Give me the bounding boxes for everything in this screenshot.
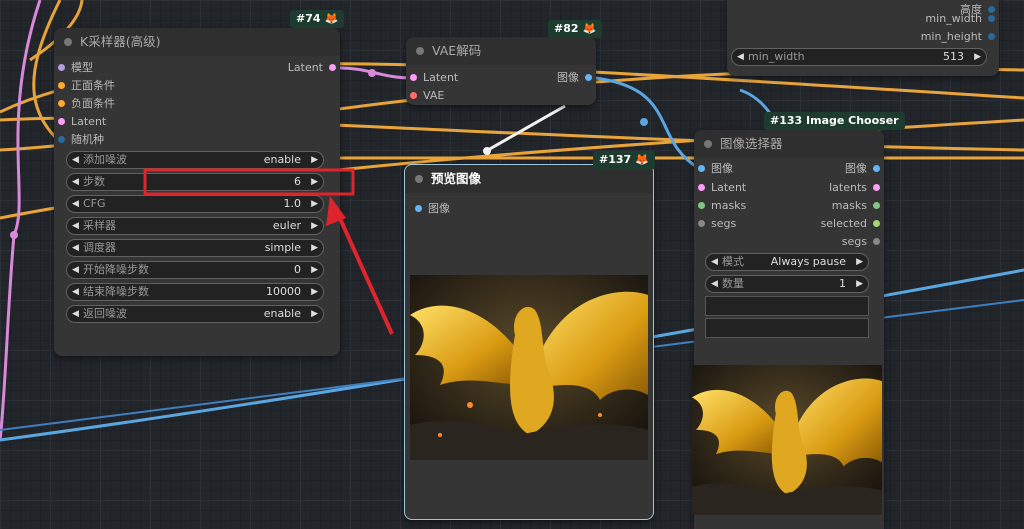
widget-count[interactable]: ◀ 数量 1 ▶ — [705, 275, 869, 293]
arrow-right-icon[interactable]: ▶ — [311, 196, 318, 212]
arrow-right-icon[interactable]: ▶ — [311, 240, 318, 256]
output-slot-min-width[interactable]: min_width — [925, 11, 995, 27]
wire-white-image — [487, 104, 566, 152]
fox-icon: 🦊 — [582, 22, 597, 35]
arrow-left-icon[interactable]: ◀ — [72, 262, 79, 278]
widget-start-step[interactable]: ◀ 开始降噪步数 0 ▶ — [66, 261, 324, 279]
node-title[interactable]: VAE解码 — [406, 37, 596, 65]
output-slot-segs[interactable]: segs — [842, 234, 880, 250]
widget-steps[interactable]: ◀ 步数 6 ▶ — [66, 173, 324, 191]
widget-scheduler[interactable]: ◀ 调度器 simple ▶ — [66, 239, 324, 257]
input-slot-vae[interactable]: VAE — [410, 88, 444, 104]
empty-button-1[interactable] — [705, 296, 869, 316]
arrow-right-icon[interactable]: ▶ — [311, 284, 318, 300]
empty-button-2[interactable] — [705, 318, 869, 338]
output-slot-image[interactable]: 图像 — [845, 161, 880, 177]
arrow-right-icon[interactable]: ▶ — [311, 174, 318, 190]
collapse-dot[interactable] — [64, 38, 72, 46]
wire-dot — [640, 118, 648, 126]
collapse-dot[interactable] — [416, 47, 424, 55]
arrow-right-icon[interactable]: ▶ — [311, 152, 318, 168]
arrow-right-icon[interactable]: ▶ — [856, 254, 863, 270]
fox-icon: 🦊 — [324, 12, 339, 25]
arrow-left-icon[interactable]: ◀ — [711, 276, 718, 292]
widget-add-noise[interactable]: ◀ 添加噪波 enable ▶ — [66, 151, 324, 169]
node-id-badge: #133 Image Chooser — [764, 112, 905, 130]
node-title[interactable]: K采样器(高级) — [54, 28, 340, 56]
collapse-dot[interactable] — [415, 175, 423, 183]
wire-dot — [368, 69, 376, 77]
widget-end-step[interactable]: ◀ 结束降噪步数 10000 ▶ — [66, 283, 324, 301]
arrow-left-icon[interactable]: ◀ — [72, 152, 79, 168]
ksampler-advanced-node[interactable]: K采样器(高级) 模型 正面条件 负面条件 Latent 随机种 Latent … — [54, 28, 340, 356]
vae-decode-node[interactable]: VAE解码 Latent VAE 图像 — [406, 37, 596, 105]
input-slot-image[interactable]: 图像 — [698, 161, 733, 177]
arrow-left-icon[interactable]: ◀ — [72, 218, 79, 234]
arrow-left-icon[interactable]: ◀ — [737, 49, 744, 65]
input-slot-latent[interactable]: Latent — [410, 70, 458, 86]
arrow-left-icon[interactable]: ◀ — [72, 284, 79, 300]
collapse-dot[interactable] — [704, 140, 712, 148]
image-chooser-node[interactable]: 图像选择器 图像 Latent masks segs 图像 latents ma… — [692, 130, 884, 529]
input-slot-positive[interactable]: 正面条件 — [58, 78, 115, 94]
input-slot-masks[interactable]: masks — [698, 198, 746, 214]
output-slot-min-height[interactable]: min_height — [921, 29, 995, 45]
preview-image-node[interactable]: 预览图像 图像 — [404, 164, 654, 520]
arrow-right-icon[interactable]: ▶ — [311, 218, 318, 234]
arrow-right-icon[interactable]: ▶ — [311, 262, 318, 278]
input-slot-negative[interactable]: 负面条件 — [58, 96, 115, 112]
arrow-left-icon[interactable]: ◀ — [711, 254, 718, 270]
fox-icon: 🦊 — [635, 153, 649, 166]
node-id-badge: #74 🦊 — [290, 10, 345, 28]
dragon-image — [410, 275, 648, 460]
input-slot-latent[interactable]: Latent — [698, 180, 746, 196]
wire-pink-2 — [0, 0, 42, 441]
output-slot-image[interactable]: 图像 — [557, 70, 592, 86]
node-id-badge: #137 🦊 — [593, 151, 655, 169]
arrow-right-icon[interactable]: ▶ — [311, 306, 318, 322]
chooser-image-dragon[interactable] — [692, 365, 882, 515]
input-slot-model[interactable]: 模型 — [58, 60, 93, 76]
arrow-left-icon[interactable]: ◀ — [72, 174, 79, 190]
arrow-left-icon[interactable]: ◀ — [72, 306, 79, 322]
node-id-badge: #82 🦊 — [548, 20, 603, 38]
min-width-widget[interactable]: ◀ min_width 513 ▶ — [731, 48, 987, 66]
widget-mode[interactable]: ◀ 模式 Always pause ▶ — [705, 253, 869, 271]
arrow-left-icon[interactable]: ◀ — [72, 196, 79, 212]
wire-pink-latent — [339, 66, 415, 80]
wire-dot — [483, 147, 491, 155]
resolution-node[interactable]: 高度 min_width min_height ◀ min_width 513 … — [727, 0, 999, 76]
output-slot-latent[interactable]: Latent — [288, 60, 336, 76]
widget-cfg[interactable]: ◀ CFG 1.0 ▶ — [66, 195, 324, 213]
output-slot-latents[interactable]: latents — [829, 180, 880, 196]
widget-return-noise[interactable]: ◀ 返回噪波 enable ▶ — [66, 305, 324, 323]
arrow-right-icon[interactable]: ▶ — [856, 276, 863, 292]
arrow-right-icon[interactable]: ▶ — [974, 49, 981, 65]
input-slot-image[interactable]: 图像 — [415, 201, 450, 217]
wire-dot — [10, 231, 18, 239]
output-slot-selected[interactable]: selected — [821, 216, 880, 232]
input-slot-seed[interactable]: 随机种 — [58, 132, 104, 148]
widget-sampler[interactable]: ◀ 采样器 euler ▶ — [66, 217, 324, 235]
arrow-left-icon[interactable]: ◀ — [72, 240, 79, 256]
node-title[interactable]: 图像选择器 — [694, 130, 884, 158]
preview-image-dragon[interactable] — [410, 275, 648, 460]
dragon-image — [692, 365, 882, 515]
node-title[interactable]: 预览图像 — [405, 165, 653, 193]
input-slot-latent[interactable]: Latent — [58, 114, 106, 130]
input-slot-segs[interactable]: segs — [698, 216, 736, 232]
output-slot-masks[interactable]: masks — [832, 198, 880, 214]
